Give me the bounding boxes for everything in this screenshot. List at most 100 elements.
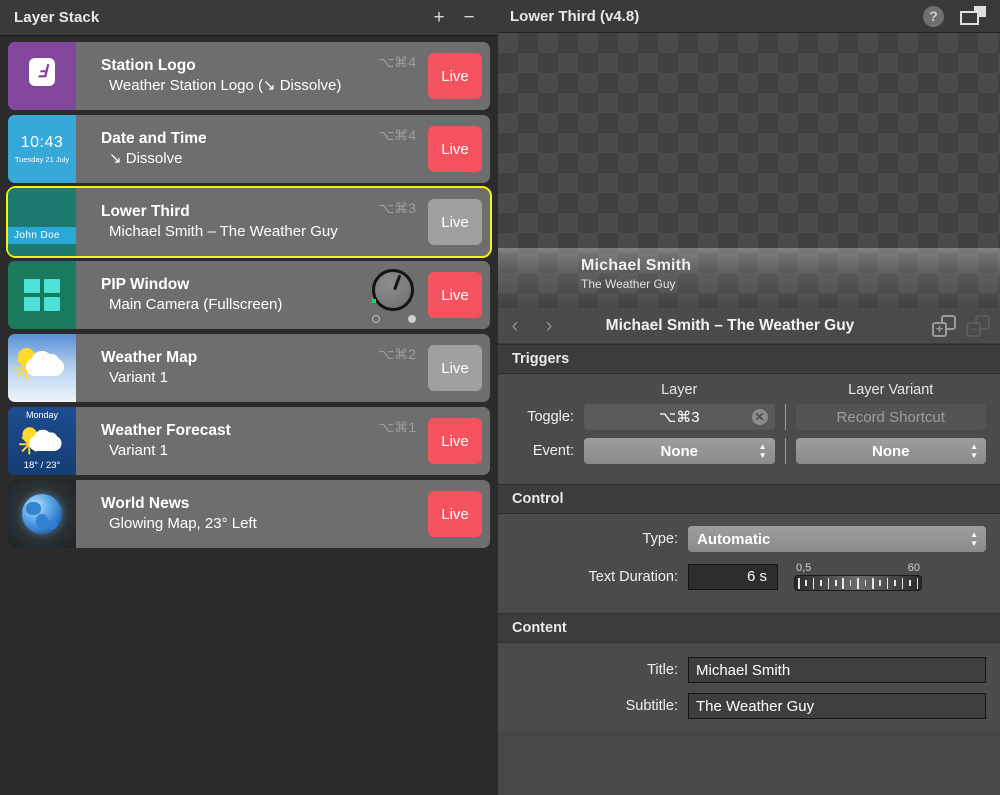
event-variant-select[interactable]: None ▲ ▼	[795, 438, 986, 464]
live-button[interactable]: Live	[428, 418, 482, 464]
layer-subtitle: Main Camera (Fullscreen)	[109, 296, 283, 314]
cloud-base	[29, 435, 62, 452]
subtitle-input[interactable]: The Weather Guy	[688, 693, 986, 719]
add-layer-button[interactable]: +	[424, 5, 454, 31]
layer-shortcut: ⌥⌘3	[378, 200, 416, 216]
layer-row[interactable]: Ⅎ Station Logo Weather Station Logo (↘ Dis…	[8, 42, 490, 110]
knob-preview-dot[interactable]	[372, 315, 380, 323]
toggle-layer-field-wrap: ⌥⌘3 ✕	[584, 404, 775, 430]
layer-thumbnail[interactable]: 10:43 Tuesday 21 July	[8, 115, 76, 183]
toggle-variant-field-wrap: Record Shortcut	[795, 404, 986, 430]
knob-program-dot[interactable]	[408, 315, 416, 323]
live-button[interactable]: Live	[428, 126, 482, 172]
layer-name: World News	[101, 494, 190, 512]
help-icon[interactable]: ?	[923, 5, 944, 27]
chevron-updown-icon-3: ▲ ▼	[970, 530, 978, 548]
layer-thumbnail[interactable]	[8, 334, 76, 402]
layer-thumbnail[interactable]	[8, 480, 76, 548]
live-button[interactable]: Live	[428, 199, 482, 245]
app-window: Layer Stack + − Ⅎ Station Logo Weather Sta…	[0, 0, 1000, 795]
slider-tick	[879, 580, 881, 586]
layer-subtitle: Variant 1	[109, 442, 168, 460]
live-button[interactable]: Live	[428, 491, 482, 537]
event-layer-field-wrap: None ▲ ▼	[584, 438, 775, 464]
slider-tick	[842, 577, 844, 589]
chevron-updown-icon: ▲ ▼	[758, 443, 767, 460]
type-select[interactable]: Automatic ▲ ▼	[688, 526, 986, 552]
slider-tick	[894, 580, 896, 586]
layer-thumbnail[interactable]: Monday 18° / 23°	[8, 407, 76, 475]
slider-tick	[857, 577, 859, 589]
previous-variant-icon[interactable]: ‹	[498, 315, 532, 336]
layer-shortcut: ⌥⌘2	[378, 346, 416, 362]
layer-name: Lower Third	[101, 202, 190, 220]
toggle-layer-shortcut-value: ⌥⌘3	[658, 409, 700, 426]
knob-dial[interactable]	[372, 269, 414, 311]
type-label: Type:	[642, 531, 678, 547]
layer-row[interactable]: Monday 18° / 23° Weather Forecast Variant 1…	[8, 407, 490, 475]
layer-text: Weather Forecast Variant 1	[76, 421, 378, 461]
cloud-base	[26, 358, 64, 376]
chevron-up-icon-3: ▲	[970, 530, 978, 539]
layer-text: World News Glowing Map, 23° Left	[76, 494, 416, 534]
preview-subtitle: The Weather Guy	[581, 277, 676, 292]
thumb-station-logo: Ⅎ	[8, 42, 76, 110]
remove-variant-icon-front: −	[966, 321, 981, 337]
slider-max-label: 60	[907, 562, 920, 574]
chevron-down-icon-3: ▼	[970, 539, 978, 548]
text-duration-label: Text Duration:	[588, 568, 678, 585]
layer-row[interactable]: John Doe Lower Third Michael Smith – The W…	[6, 186, 492, 258]
text-duration-slider[interactable]	[794, 575, 922, 591]
layer-row[interactable]: 10:43 Tuesday 21 July Date and Time ↘ Disso…	[8, 115, 490, 183]
clear-shortcut-icon[interactable]: ✕	[751, 409, 768, 425]
slider-tick	[872, 577, 874, 589]
live-button[interactable]: Live	[428, 53, 482, 99]
chevron-down-icon: ▼	[758, 451, 767, 460]
toggle-trigger-row: Toggle: ⌥⌘3 ✕ Record Shortcut	[512, 404, 986, 430]
layer-subtitle: Glowing Map, 23° Left	[109, 515, 257, 533]
layer-preview[interactable]: Michael Smith The Weather Guy	[498, 33, 1000, 308]
detach-icon-front	[960, 11, 979, 25]
layer-row[interactable]: PIP Window Main Camera (Fullscreen) Live	[8, 261, 490, 329]
type-select-wrap: Automatic ▲ ▼	[688, 526, 986, 552]
slider-scale: 0,5 60	[794, 562, 922, 575]
station-logo-mark: Ⅎ	[29, 58, 55, 86]
pip-cell	[24, 297, 40, 311]
layer-thumbnail[interactable]	[8, 261, 76, 329]
toggle-variant-record-shortcut-button[interactable]: Record Shortcut	[795, 404, 986, 430]
layer-subtitle: Michael Smith – The Weather Guy	[109, 223, 338, 241]
layer-thumbnail[interactable]: Ⅎ	[8, 42, 76, 110]
thumb-world-news	[8, 480, 76, 548]
pip-opacity-knob[interactable]	[366, 267, 422, 323]
event-label: Event:	[532, 443, 574, 459]
slider-tick	[798, 577, 800, 589]
title-input[interactable]: Michael Smith	[688, 657, 986, 683]
pip-cell	[24, 279, 40, 293]
layer-thumbnail[interactable]: John Doe	[8, 188, 76, 256]
add-variant-icon[interactable]: +	[932, 314, 956, 337]
layer-row[interactable]: World News Glowing Map, 23° Left Live	[8, 480, 490, 548]
event-layer-select[interactable]: None ▲ ▼	[584, 438, 775, 464]
layer-text: PIP Window Main Camera (Fullscreen)	[76, 275, 366, 315]
layer-row[interactable]: Weather Map Variant 1 ⌥⌘2 Live	[8, 334, 490, 402]
text-duration-input[interactable]: 6 s	[688, 563, 778, 590]
layer-text: Station Logo Weather Station Logo (↘ Diss…	[76, 56, 378, 96]
live-button[interactable]: Live	[428, 272, 482, 318]
text-duration-row: Text Duration: 6 s 0,5 60	[512, 562, 986, 591]
globe-land	[47, 520, 57, 529]
layer-stack-panel: Layer Stack + − Ⅎ Station Logo Weather Sta…	[0, 0, 498, 795]
thumb-lower-third: John Doe	[8, 188, 76, 256]
toggle-layer-shortcut-field[interactable]: ⌥⌘3 ✕	[584, 404, 775, 430]
detach-window-icon[interactable]	[960, 6, 986, 26]
layer-subtitle: ↘ Dissolve	[109, 150, 183, 168]
remove-layer-button[interactable]: −	[454, 5, 484, 31]
live-button[interactable]: Live	[428, 345, 482, 391]
content-section-header: Content	[498, 613, 1000, 643]
slider-tick	[820, 580, 822, 586]
triggers-section-body: Layer Layer Variant Toggle: ⌥⌘3 ✕ Record…	[498, 374, 1000, 484]
layer-name: Weather Map	[101, 348, 198, 366]
layer-list[interactable]: Ⅎ Station Logo Weather Station Logo (↘ Dis…	[0, 36, 498, 795]
title-row: Title: Michael Smith	[512, 657, 986, 683]
thumb-date-time: 10:43 Tuesday 21 July	[8, 115, 76, 183]
lower-third-graphic: Michael Smith The Weather Guy	[498, 248, 1000, 308]
